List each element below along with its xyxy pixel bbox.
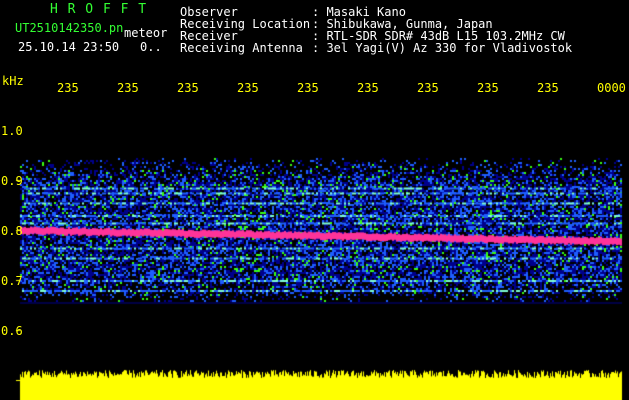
x-tick-label: 235 <box>177 81 199 95</box>
file-name: UT2510142350.pn <box>15 21 124 35</box>
counter: 0.. <box>140 40 162 54</box>
antenna-value: : 3el Yagi(V) Az 330 for Vladivostok <box>312 41 573 55</box>
x-tick-label: 235 <box>417 81 439 95</box>
y-tick-label: 0.9 <box>1 174 23 188</box>
app-logo: H R O F F T <box>50 2 148 17</box>
spectrogram-canvas <box>0 0 629 400</box>
y-tick-label: 0.6 <box>1 324 23 338</box>
y-tick-label: 1.0 <box>1 124 23 138</box>
type-label: meteor <box>124 26 168 40</box>
x-tick-label: 235 <box>297 81 319 95</box>
timestamp: 25.10.14 23:50 <box>18 40 120 54</box>
x-tick-label: 235 <box>117 81 139 95</box>
y-tick-label: 0.7 <box>1 274 23 288</box>
x-tick-label: 235 <box>57 81 79 95</box>
x-tick-label: 235 <box>477 81 499 95</box>
antenna-label: Receiving Antenna <box>180 41 303 55</box>
x-tick-label: 235 <box>537 81 559 95</box>
x-tick-label: 235 <box>237 81 259 95</box>
x-tick-label: 235 <box>357 81 379 95</box>
x-tick-label: 0000 <box>597 81 626 95</box>
y-tick-label: 0.8 <box>1 224 23 238</box>
y-axis-label: kHz <box>2 74 24 88</box>
